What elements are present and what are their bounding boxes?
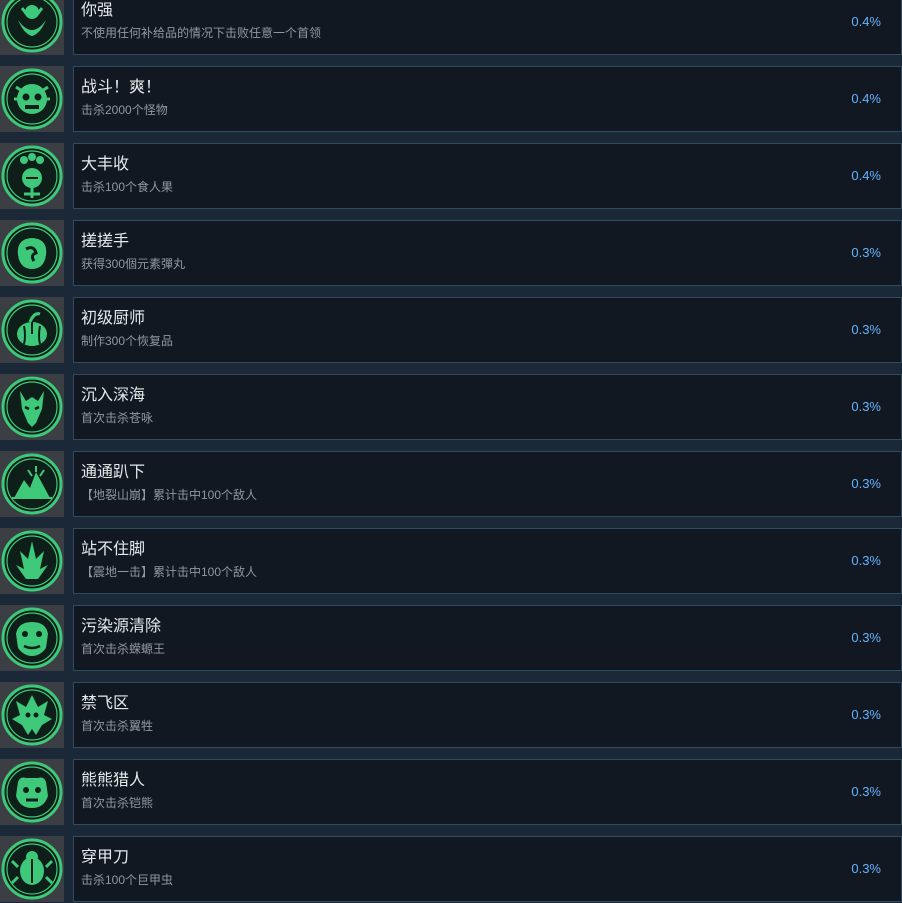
achievement-title: 初级厨师 xyxy=(81,310,146,327)
achievement-panel: 大丰收 击杀100个食人果 0.4% xyxy=(73,143,902,209)
achievement-panel: 搓搓手 获得300個元素彈丸 0.3% xyxy=(73,220,902,286)
unlock-percentage: 0.4% xyxy=(851,91,881,106)
achievement-row[interactable]: 搓搓手 获得300個元素彈丸 0.3% xyxy=(0,220,902,286)
toad-king-icon xyxy=(1,607,63,669)
achievement-description: 首次击杀铠熊 xyxy=(81,796,154,810)
achievement-description: 制作300个恢复品 xyxy=(81,334,174,348)
achievement-title: 熊熊猎人 xyxy=(81,772,146,789)
achievement-title: 站不住脚 xyxy=(81,541,146,558)
unlock-percentage: 0.3% xyxy=(851,322,881,337)
achievement-row[interactable]: 战斗！爽！ 击杀2000个怪物 0.4% xyxy=(0,66,902,132)
achievement-icon-frame xyxy=(0,66,64,132)
achievement-panel: 站不住脚 【震地一击】累计击中100个敌人 0.3% xyxy=(73,528,902,594)
achievement-panel: 禁飞区 首次击杀翼牲 0.3% xyxy=(73,682,902,748)
achievement-description: 首次击杀蝾螈王 xyxy=(81,642,166,656)
achievement-icon-frame xyxy=(0,836,64,902)
unlock-percentage: 0.3% xyxy=(851,553,881,568)
achievement-title: 你强 xyxy=(81,2,114,19)
achievement-description: 击杀100个巨甲虫 xyxy=(81,873,174,887)
achievement-title: 大丰收 xyxy=(81,156,130,173)
unlock-percentage: 0.4% xyxy=(851,14,881,29)
unlock-percentage: 0.3% xyxy=(851,630,881,645)
achievement-icon-frame xyxy=(0,143,64,209)
achievement-description: 获得300個元素彈丸 xyxy=(81,257,186,271)
achievement-title: 沉入深海 xyxy=(81,387,146,404)
bear-icon xyxy=(1,761,63,823)
achievement-panel: 你强 不使用任何补给品的情况下击败任意一个首领 0.4% xyxy=(73,0,902,55)
achievement-row[interactable]: 站不住脚 【震地一击】累计击中100个敌人 0.3% xyxy=(0,528,902,594)
flame-spike-icon xyxy=(1,530,63,592)
achievement-icon-frame xyxy=(0,682,64,748)
achievement-row[interactable]: 初级厨师 制作300个恢复品 0.3% xyxy=(0,297,902,363)
achievement-row[interactable]: 大丰收 击杀100个食人果 0.4% xyxy=(0,143,902,209)
achievement-description: 首次击杀苍咏 xyxy=(81,411,154,425)
achievement-description: 首次击杀翼牲 xyxy=(81,719,154,733)
achievement-row[interactable]: 污染源清除 首次击杀蝾螈王 0.3% xyxy=(0,605,902,671)
achievement-row[interactable]: 穿甲刀 击杀100个巨甲虫 0.3% xyxy=(0,836,902,902)
achievement-title: 污染源清除 xyxy=(81,618,162,635)
achievement-description: 不使用任何补给品的情况下击败任意一个首领 xyxy=(81,26,322,40)
achievement-icon-frame xyxy=(0,451,64,517)
achievement-description: 击杀100个食人果 xyxy=(81,180,174,194)
carnivorous-plant-icon xyxy=(1,145,63,207)
achievement-title: 战斗！爽！ xyxy=(81,79,162,96)
beetle-icon xyxy=(1,838,63,900)
unlock-percentage: 0.3% xyxy=(851,399,881,414)
winged-beast-icon xyxy=(1,684,63,746)
achievement-icon-frame xyxy=(0,605,64,671)
achievement-icon-frame xyxy=(0,220,64,286)
achievement-row[interactable]: 沉入深海 首次击杀苍咏 0.3% xyxy=(0,374,902,440)
achievement-title: 禁飞区 xyxy=(81,695,130,712)
achievement-description: 【震地一击】累计击中100个敌人 xyxy=(81,565,258,579)
achievement-panel: 熊熊猎人 首次击杀铠熊 0.3% xyxy=(73,759,902,825)
flower-swirl-icon xyxy=(1,222,63,284)
achievement-description: 击杀2000个怪物 xyxy=(81,103,168,117)
achievement-row[interactable]: 禁飞区 首次击杀翼牲 0.3% xyxy=(0,682,902,748)
achievement-title: 穿甲刀 xyxy=(81,849,130,866)
achievement-description: 【地裂山崩】累计击中100个敌人 xyxy=(81,488,258,502)
achievement-icon-frame xyxy=(0,0,64,55)
unlock-percentage: 0.3% xyxy=(851,245,881,260)
unlock-percentage: 0.4% xyxy=(851,168,881,183)
unlock-percentage: 0.3% xyxy=(851,707,881,722)
achievement-panel: 污染源清除 首次击杀蝾螈王 0.3% xyxy=(73,605,902,671)
achievement-icon-frame xyxy=(0,374,64,440)
achievement-title: 搓搓手 xyxy=(81,233,130,250)
unlock-percentage: 0.3% xyxy=(851,861,881,876)
achievement-row[interactable]: 你强 不使用任何补给品的情况下击败任意一个首领 0.4% xyxy=(0,0,902,55)
achievement-row[interactable]: 熊熊猎人 首次击杀铠熊 0.3% xyxy=(0,759,902,825)
achievement-icon-frame xyxy=(0,297,64,363)
achievement-panel: 初级厨师 制作300个恢复品 0.3% xyxy=(73,297,902,363)
unlock-percentage: 0.3% xyxy=(851,476,881,491)
skull-icon xyxy=(1,68,63,130)
achievement-icon-frame xyxy=(0,528,64,594)
unlock-percentage: 0.3% xyxy=(851,784,881,799)
achievement-title: 通通趴下 xyxy=(81,464,146,481)
achievement-row[interactable]: 通通趴下 【地裂山崩】累计击中100个敌人 0.3% xyxy=(0,451,902,517)
achievement-panel: 穿甲刀 击杀100个巨甲虫 0.3% xyxy=(73,836,902,902)
dragon-head-icon xyxy=(1,376,63,438)
achievement-icon-frame xyxy=(0,759,64,825)
pumpkin-icon xyxy=(1,299,63,361)
achievement-panel: 通通趴下 【地裂山崩】累计击中100个敌人 0.3% xyxy=(73,451,902,517)
achievement-panel: 沉入深海 首次击杀苍咏 0.3% xyxy=(73,374,902,440)
leaf-flower-icon xyxy=(1,0,63,53)
mountain-burst-icon xyxy=(1,453,63,515)
achievement-panel: 战斗！爽！ 击杀2000个怪物 0.4% xyxy=(73,66,902,132)
